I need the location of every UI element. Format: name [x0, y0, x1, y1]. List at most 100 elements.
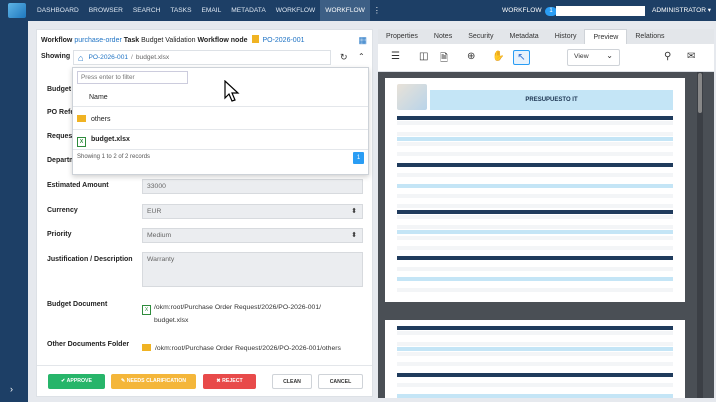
scrollbar-thumb[interactable]	[698, 73, 702, 113]
showing-label: Showing	[41, 53, 71, 60]
sheet-row	[397, 251, 673, 256]
sheet-row	[397, 230, 673, 235]
divider	[73, 106, 368, 107]
page-button[interactable]: 1	[353, 152, 364, 164]
spreadsheet-page-2	[385, 320, 685, 398]
estimated-amount-field[interactable]: 33000	[142, 179, 363, 194]
file-icon[interactable]: 🗎	[440, 51, 448, 68]
sheet-row	[397, 277, 673, 282]
budget-document-link[interactable]: X/okm:root/Purchase Order Request/2026/P…	[142, 302, 357, 327]
sheet-row	[397, 287, 673, 292]
needs-clarification-button[interactable]: ✎ NEEDS CLARIFICATION	[111, 374, 196, 389]
sheet-row	[397, 199, 673, 204]
view-mode-select[interactable]: View	[567, 49, 620, 66]
sheet-row	[397, 183, 673, 188]
field-label-priority: Priority	[47, 231, 72, 238]
list-item[interactable]: others	[77, 115, 110, 123]
mouse-cursor-icon	[224, 80, 240, 102]
sheet-row	[397, 367, 673, 372]
sheet-row	[397, 142, 673, 146]
sheet-row	[397, 204, 673, 209]
task-header: Workflow purchase-order Task Budget Vali…	[41, 35, 304, 44]
excel-file-icon: X	[77, 137, 86, 147]
approve-button[interactable]: ✔ APPROVE	[48, 374, 105, 389]
refresh-icon[interactable]: ↻	[340, 52, 348, 63]
breadcrumb-node[interactable]: PO-2026-001	[88, 54, 128, 61]
nav-email[interactable]: EMAIL	[196, 0, 226, 21]
left-sidebar: ›	[0, 21, 28, 402]
sheet-row	[397, 121, 673, 126]
pan-hand-icon[interactable]: ✋	[492, 51, 504, 62]
sitemap-icon[interactable]: ▦	[358, 35, 367, 46]
nav-dashboard[interactable]: DASHBOARD	[32, 0, 84, 21]
justification-textarea[interactable]: Warranty	[142, 252, 363, 287]
sheet-row	[397, 188, 673, 193]
sheet-row	[397, 116, 673, 120]
nav-workflow-active[interactable]: WORKFLOW	[320, 0, 370, 21]
tab-metadata[interactable]: Metadata	[502, 29, 547, 44]
home-icon[interactable]: ⌂	[78, 53, 83, 63]
calculator-image	[397, 84, 427, 110]
sheet-row	[397, 178, 673, 183]
breadcrumb-file: budget.xlsx	[135, 54, 170, 61]
tab-properties[interactable]: Properties	[378, 29, 426, 44]
list-item-label: others	[91, 116, 111, 123]
search-icon[interactable]: ⚲	[664, 51, 671, 62]
sheet-row	[397, 147, 673, 152]
viewer-scrollbar[interactable]	[697, 72, 703, 398]
sheet-row	[397, 341, 673, 346]
expand-sidebar-icon[interactable]: ›	[10, 384, 13, 394]
node-label: Workflow node	[197, 37, 248, 44]
priority-select[interactable]: Medium	[142, 228, 363, 243]
list-item[interactable]: Xbudget.xlsx	[77, 136, 130, 147]
workflow-label: Workflow	[41, 37, 73, 44]
menu-icon[interactable]: ☰	[391, 51, 400, 62]
sheet-title: PRESUPUESTO IT	[430, 90, 673, 110]
chevron-up-icon[interactable]: ⌃	[358, 52, 365, 61]
document-viewer[interactable]: PRESUPUESTO IT	[378, 72, 714, 398]
workflow-counter[interactable]: WORKFLOW 1	[502, 0, 557, 21]
more-menu-icon[interactable]: ⋮	[373, 6, 381, 15]
sheet-row	[397, 261, 673, 266]
sheet-row	[397, 126, 673, 131]
filter-input[interactable]	[77, 71, 188, 84]
sheet-row	[397, 209, 673, 214]
sheet-row	[397, 388, 673, 393]
sheet-row	[397, 362, 673, 367]
reject-button[interactable]: ✖ REJECT	[203, 374, 256, 389]
tab-preview[interactable]: Preview	[584, 29, 628, 44]
sheet-row	[397, 220, 673, 224]
global-search-input[interactable]	[556, 6, 645, 16]
sheet-row	[397, 136, 673, 141]
user-menu[interactable]: ADMINISTRATOR ▾	[652, 0, 711, 21]
tab-security[interactable]: Security	[460, 29, 501, 44]
cancel-button[interactable]: CANCEL	[318, 374, 363, 389]
currency-select[interactable]: EUR	[142, 204, 363, 219]
sheet-row	[397, 240, 673, 245]
select-pointer-icon[interactable]: ↖	[513, 50, 530, 65]
sheet-row	[397, 225, 673, 230]
clean-button[interactable]: CLEAN	[272, 374, 312, 389]
tab-history[interactable]: History	[547, 29, 585, 44]
nav-metadata[interactable]: METADATA	[226, 0, 270, 21]
budget-document-path: /okm:root/Purchase Order Request/2026/PO…	[154, 304, 321, 311]
nav-browser[interactable]: BROWSER	[84, 0, 128, 21]
node-value[interactable]: PO-2026-001	[262, 37, 304, 44]
other-documents-link[interactable]: /okm:root/Purchase Order Request/2026/PO…	[142, 343, 357, 355]
nav-search[interactable]: SEARCH	[128, 0, 165, 21]
sheet-row	[397, 331, 673, 336]
app-logo[interactable]	[8, 3, 26, 18]
nav-tasks[interactable]: TASKS	[165, 0, 196, 21]
field-label-requester: Request	[47, 133, 75, 140]
name-column-header[interactable]: Name	[89, 94, 108, 101]
tab-notes[interactable]: Notes	[426, 29, 460, 44]
sheet-row	[397, 357, 673, 362]
nav-workflow[interactable]: WORKFLOW	[271, 0, 321, 21]
add-icon[interactable]: ⊕	[467, 51, 475, 62]
workflow-value[interactable]: purchase-order	[74, 37, 121, 44]
sidebar-toggle-icon[interactable]: ◫	[419, 51, 428, 62]
tab-relations[interactable]: Relations	[627, 29, 672, 44]
file-picker-popup: Name others Xbudget.xlsx Showing 1 to 2 …	[72, 67, 369, 175]
comment-icon[interactable]: ✉	[687, 51, 695, 62]
sheet-row	[397, 173, 673, 178]
